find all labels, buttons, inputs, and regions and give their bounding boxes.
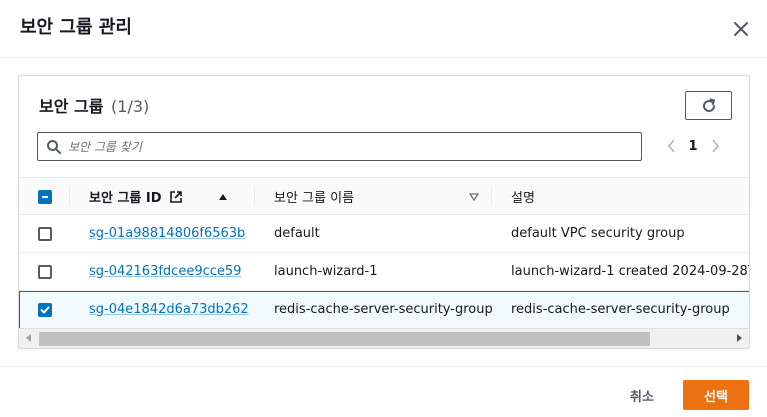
security-group-description: redis-cache-server-security-group [511,302,730,317]
scroll-left-arrow-icon[interactable] [24,333,34,343]
table-header: 보안 그룹 ID 보안 그룹 이름 설명 [19,177,749,215]
refresh-icon [702,98,715,112]
modal-title: 보안 그룹 관리 [20,17,132,38]
checkmark-icon [40,306,50,313]
security-group-id-link[interactable]: sg-04e1842d6a73db262 [89,302,249,317]
chevron-left-icon [667,139,675,153]
modal-footer: 취소 선택 [0,366,767,417]
external-link-icon [169,190,182,203]
column-header-description: 설명 [511,178,749,215]
search-input[interactable] [68,136,628,157]
column-header-name-label: 보안 그룹 이름 [274,191,355,206]
cancel-button[interactable]: 취소 [614,380,670,410]
panel-title-text: 보안 그룹 [39,97,104,116]
selection-count: (1/3) [111,97,150,116]
column-divider [69,186,70,206]
refresh-button[interactable] [685,91,732,120]
scrollbar-thumb[interactable] [39,332,650,346]
security-group-id-link[interactable]: sg-042163fdcee9cce59 [89,264,241,279]
row-checkbox[interactable] [38,226,52,241]
sort-ascending-icon [218,193,227,200]
current-page[interactable]: 1 [679,139,707,154]
security-group-id-link[interactable]: sg-01a98814806f6563b [89,226,245,241]
previous-page-button[interactable] [663,135,679,157]
panel-title: 보안 그룹 (1/3) [39,93,149,117]
column-divider [491,186,492,206]
column-header-id[interactable]: 보안 그룹 ID [89,178,254,215]
security-group-name: default [274,226,320,241]
close-icon [734,22,748,36]
column-divider [254,186,255,206]
table-row-selected[interactable]: sg-04e1842d6a73db262 redis-cache-server-… [19,291,749,329]
modal-header: 보안 그룹 관리 [0,0,767,58]
security-group-name: redis-cache-server-security-group [274,302,493,317]
security-group-name: launch-wizard-1 [274,264,378,279]
sort-unsorted-icon [469,192,479,201]
security-group-description: launch-wizard-1 created 2024-09-28T01 [511,264,749,279]
column-header-description-label: 설명 [511,191,535,206]
security-group-description: default VPC security group [511,226,685,241]
close-button[interactable] [729,17,753,41]
pagination: 1 [663,135,723,157]
row-checkbox-checked[interactable] [38,302,52,317]
select-all-checkbox[interactable] [38,189,52,204]
table-row[interactable]: sg-01a98814806f6563b default default VPC… [19,215,749,253]
next-page-button[interactable] [707,135,723,157]
column-header-name[interactable]: 보안 그룹 이름 [274,178,491,215]
select-button[interactable]: 선택 [683,380,749,410]
scroll-right-arrow-icon[interactable] [734,333,744,343]
chevron-right-icon [711,139,719,153]
table-row[interactable]: sg-042163fdcee9cce59 launch-wizard-1 lau… [19,253,749,291]
row-checkbox[interactable] [38,264,52,279]
minus-icon [42,195,48,198]
horizontal-scrollbar[interactable] [19,328,749,348]
search-box [37,132,642,161]
search-icon [47,140,61,154]
security-group-panel: 보안 그룹 (1/3) 1 [18,75,750,349]
security-group-table: 보안 그룹 ID 보안 그룹 이름 설명 sg-01a98814806f6563… [19,177,749,329]
column-header-id-label: 보안 그룹 ID [89,191,162,206]
